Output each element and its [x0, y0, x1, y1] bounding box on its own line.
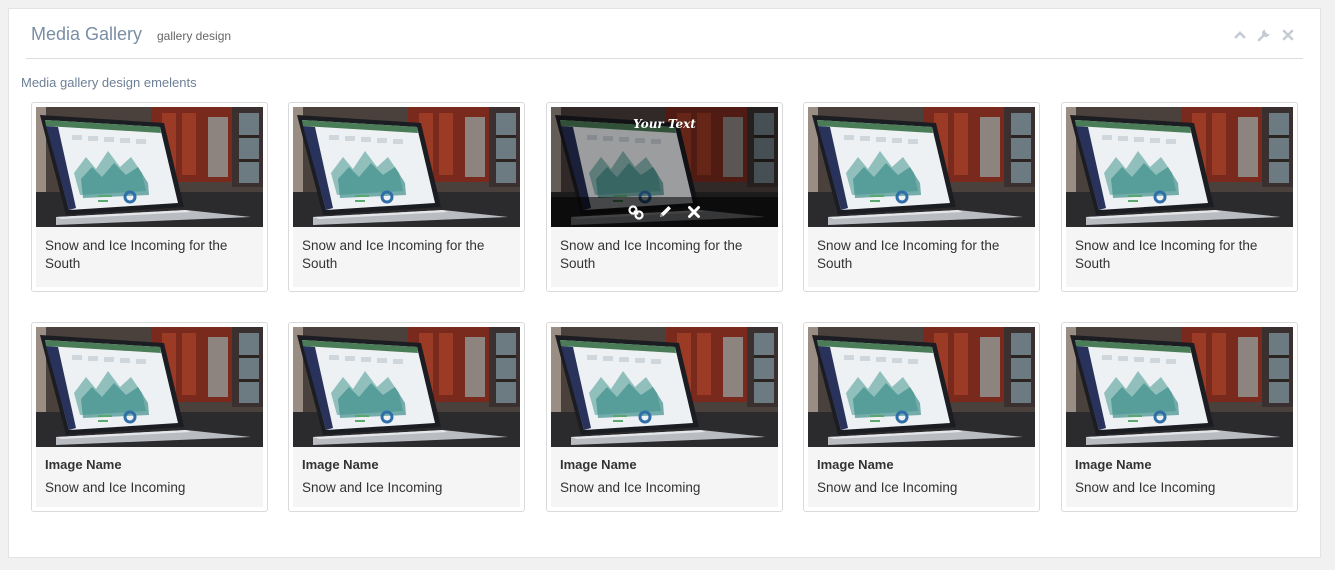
section-label: Media gallery design emelents: [21, 75, 197, 90]
laptop-dashboard-image[interactable]: [36, 327, 263, 447]
gallery-card[interactable]: Snow and Ice Incoming for the South: [1061, 102, 1298, 292]
card-caption: Snow and Ice Incoming: [45, 480, 186, 495]
card-body: Your Text Snow and Ice Incoming for the S…: [551, 107, 778, 287]
card-caption: Snow and Ice Incoming for the South: [560, 238, 743, 271]
card-body: Image Name Snow and Ice Incoming: [808, 327, 1035, 507]
card-body: Snow and Ice Incoming for the South: [808, 107, 1035, 287]
wrench-icon[interactable]: [1257, 28, 1271, 42]
card-body: Snow and Ice Incoming for the South: [1066, 107, 1293, 287]
card-image-name: Image Name: [560, 457, 637, 472]
gallery-card[interactable]: Snow and Ice Incoming for the South: [31, 102, 268, 292]
card-caption: Snow and Ice Incoming for the South: [1075, 238, 1258, 271]
card-body: Image Name Snow and Ice Incoming: [1066, 327, 1293, 507]
gallery-card[interactable]: Image Name Snow and Ice Incoming: [31, 322, 268, 512]
close-icon[interactable]: [686, 204, 702, 220]
media-gallery-panel: Media Gallery gallery design Media galle…: [8, 8, 1321, 558]
card-caption: Snow and Ice Incoming for the South: [302, 238, 485, 271]
panel-title: Media Gallery: [31, 24, 143, 44]
card-body: Image Name Snow and Ice Incoming: [551, 327, 778, 507]
card-body: Image Name Snow and Ice Incoming: [293, 327, 520, 507]
gallery-card[interactable]: Image Name Snow and Ice Incoming: [1061, 322, 1298, 512]
card-caption: Snow and Ice Incoming for the South: [817, 238, 1000, 271]
card-caption: Snow and Ice Incoming: [1075, 480, 1216, 495]
card-caption: Snow and Ice Incoming: [817, 480, 958, 495]
pencil-icon[interactable]: [657, 204, 673, 220]
panel-header: Media Gallery gallery design: [26, 9, 1303, 59]
close-icon[interactable]: [1281, 28, 1295, 42]
laptop-dashboard-image[interactable]: [808, 327, 1035, 447]
gallery-card[interactable]: Snow and Ice Incoming for the South: [288, 102, 525, 292]
gallery-card[interactable]: Image Name Snow and Ice Incoming: [546, 322, 783, 512]
laptop-dashboard-image[interactable]: [36, 107, 263, 227]
laptop-dashboard-image[interactable]: [1066, 327, 1293, 447]
panel-tools: [1233, 28, 1295, 42]
gallery-card[interactable]: Image Name Snow and Ice Incoming: [288, 322, 525, 512]
laptop-dashboard-image[interactable]: [551, 327, 778, 447]
card-image-name: Image Name: [302, 457, 379, 472]
card-body: Snow and Ice Incoming for the South: [293, 107, 520, 287]
laptop-dashboard-image[interactable]: [293, 107, 520, 227]
card-image-name: Image Name: [45, 457, 122, 472]
card-caption: Snow and Ice Incoming: [560, 480, 701, 495]
card-caption: Snow and Ice Incoming for the South: [45, 238, 228, 271]
card-image-name: Image Name: [1075, 457, 1152, 472]
panel-subtitle: gallery design: [157, 29, 232, 43]
card-image-name: Image Name: [817, 457, 894, 472]
chevron-up-icon[interactable]: [1233, 28, 1247, 42]
card-body: Image Name Snow and Ice Incoming: [36, 327, 263, 507]
gallery-card[interactable]: Image Name Snow and Ice Incoming: [803, 322, 1040, 512]
laptop-dashboard-image[interactable]: [1066, 107, 1293, 227]
laptop-dashboard-image[interactable]: [293, 327, 520, 447]
overlay-text: Your Text: [633, 117, 696, 131]
card-caption: Snow and Ice Incoming: [302, 480, 443, 495]
laptop-dashboard-image[interactable]: [808, 107, 1035, 227]
gallery-card[interactable]: Snow and Ice Incoming for the South: [803, 102, 1040, 292]
card-body: Snow and Ice Incoming for the South: [36, 107, 263, 287]
gallery-card[interactable]: Your Text Snow and Ice Incoming for the S…: [546, 102, 783, 292]
link-icon[interactable]: [628, 204, 644, 220]
